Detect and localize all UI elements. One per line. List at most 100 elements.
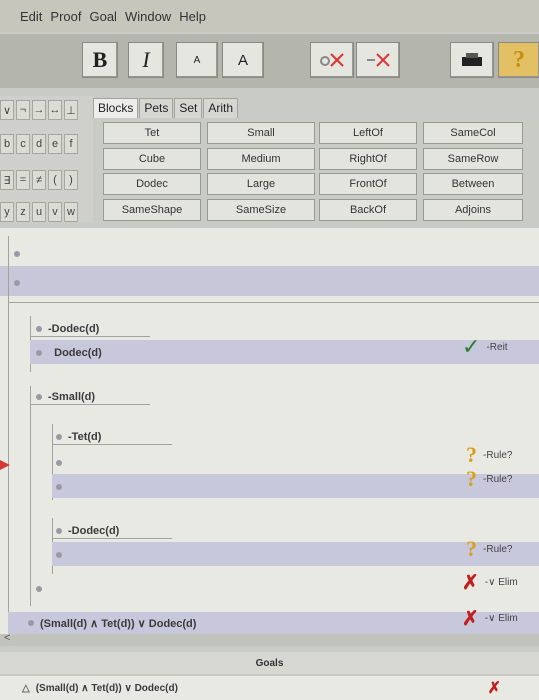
print-button[interactable] bbox=[450, 42, 494, 78]
horizontal-scrollbar[interactable]: < bbox=[0, 632, 539, 646]
symbol-w[interactable]: w bbox=[64, 202, 78, 222]
italic-button[interactable]: I bbox=[128, 42, 164, 78]
check-step-button[interactable] bbox=[310, 42, 354, 78]
symbol-v[interactable]: v bbox=[48, 202, 62, 222]
highlighted-empty-line[interactable] bbox=[0, 266, 539, 296]
predicate-sameshape[interactable]: SameShape bbox=[103, 199, 201, 221]
predicate-grid: Tet Small LeftOf SameCol Cube Medium Rig… bbox=[95, 120, 539, 222]
fitch-bar bbox=[30, 336, 150, 337]
symbol-z[interactable]: z bbox=[16, 202, 30, 222]
predicate-rightof[interactable]: RightOf bbox=[319, 148, 417, 170]
rule-or-elim-9[interactable]: ✗ - ∨ Elim bbox=[462, 570, 518, 595]
symbol-d[interactable]: d bbox=[32, 134, 46, 154]
toolbar: B I A A ? bbox=[0, 34, 539, 88]
rule-unknown-8[interactable]: ? - Rule? bbox=[466, 536, 512, 562]
symbol-iff[interactable]: ↔ bbox=[48, 100, 62, 120]
predicate-samerow[interactable]: SameRow bbox=[423, 148, 523, 170]
predicate-small[interactable]: Small bbox=[207, 122, 315, 144]
predicate-samecol[interactable]: SameCol bbox=[423, 122, 523, 144]
symbol-open-paren[interactable]: ( bbox=[48, 170, 62, 190]
predicate-samesize[interactable]: SameSize bbox=[207, 199, 315, 221]
proof-line-5[interactable] bbox=[56, 450, 68, 476]
proof-line-8[interactable] bbox=[56, 542, 68, 568]
predicate-tabs: Blocks Pets Set Arith bbox=[93, 98, 239, 118]
predicate-cube[interactable]: Cube bbox=[103, 148, 201, 170]
fitch-bar bbox=[52, 444, 172, 445]
bold-button[interactable]: B bbox=[82, 42, 118, 78]
proof-line-9[interactable] bbox=[36, 576, 48, 602]
proof-line-2[interactable]: Dodec(d) bbox=[36, 340, 102, 366]
tab-blocks[interactable]: Blocks bbox=[93, 98, 139, 118]
symbol-equals[interactable]: = bbox=[16, 170, 30, 190]
predicate-between[interactable]: Between bbox=[423, 173, 523, 195]
rule-unknown-5[interactable]: ? - Rule? bbox=[466, 442, 512, 468]
symbol-close-paren[interactable]: ) bbox=[64, 170, 78, 190]
symbol-exists[interactable]: ∃ bbox=[0, 170, 14, 190]
small-font-button[interactable]: A bbox=[176, 42, 218, 78]
proof-line-premise-empty[interactable] bbox=[14, 241, 26, 267]
help-button[interactable]: ? bbox=[498, 42, 539, 78]
predicate-adjoins[interactable]: Adjoins bbox=[423, 199, 523, 221]
line-dot bbox=[28, 620, 34, 626]
predicate-large[interactable]: Large bbox=[207, 173, 315, 195]
predicate-frontof[interactable]: FrontOf bbox=[319, 173, 417, 195]
symbol-f[interactable]: f bbox=[64, 134, 78, 154]
proof-line-10[interactable]: (Small(d) ∧ Tet(d)) ∨ Dodec(d) bbox=[28, 610, 196, 636]
goal-x-icon: ✗ bbox=[487, 680, 501, 697]
predicate-dodec[interactable]: Dodec bbox=[103, 173, 201, 195]
rule-reit[interactable]: ✓ - Reit bbox=[462, 334, 508, 360]
goal-pointer-icon: △ bbox=[22, 682, 30, 694]
symbol-u[interactable]: u bbox=[32, 202, 46, 222]
proof-line-1[interactable]: - Dodec(d) bbox=[36, 316, 99, 342]
menu-goal[interactable]: Goal bbox=[89, 9, 116, 24]
large-font-button[interactable]: A bbox=[222, 42, 264, 78]
proof-line-7[interactable]: - Dodec(d) bbox=[56, 518, 119, 544]
proof-line-4[interactable]: - Tet(d) bbox=[56, 424, 101, 450]
tab-set[interactable]: Set bbox=[174, 98, 203, 118]
symbol-bottom[interactable]: ⊥ bbox=[64, 100, 78, 120]
rule-unknown-6[interactable]: ? - Rule? bbox=[466, 466, 512, 492]
tab-arith[interactable]: Arith bbox=[203, 98, 239, 118]
symbol-e[interactable]: e bbox=[48, 134, 62, 154]
scroll-left-icon[interactable]: < bbox=[4, 632, 10, 644]
proof-scope-line bbox=[8, 236, 9, 636]
line-dot bbox=[14, 251, 20, 257]
menu-window[interactable]: Window bbox=[125, 9, 171, 24]
line-dot bbox=[36, 586, 42, 592]
proof-line-empty[interactable] bbox=[14, 270, 26, 296]
symbol-not-equals[interactable]: ≠ bbox=[32, 170, 46, 190]
goal-item[interactable]: △ (Small(d) ∧ Tet(d)) ∨ Dodec(d) ✗ bbox=[0, 676, 539, 700]
symbol-not[interactable]: ¬ bbox=[16, 100, 30, 120]
current-line-arrow-icon bbox=[0, 460, 10, 470]
line-dot bbox=[36, 326, 42, 332]
verify-icon bbox=[367, 53, 390, 67]
proof-line-6[interactable] bbox=[56, 474, 68, 500]
symbol-implies[interactable]: → bbox=[32, 100, 46, 120]
check-step-icon bbox=[320, 53, 344, 67]
line-dot bbox=[56, 528, 62, 534]
x-icon: ✗ bbox=[462, 572, 479, 594]
check-proof-button[interactable] bbox=[356, 42, 400, 78]
fitch-bar bbox=[30, 404, 150, 405]
proof-line-3[interactable]: - Small(d) bbox=[36, 384, 95, 410]
predicate-leftof[interactable]: LeftOf bbox=[319, 122, 417, 144]
symbol-or[interactable]: ∨ bbox=[0, 100, 14, 120]
check-icon: ✓ bbox=[462, 334, 481, 359]
symbol-c[interactable]: c bbox=[16, 134, 30, 154]
line-dot bbox=[56, 460, 62, 466]
symbol-y[interactable]: y bbox=[0, 202, 14, 222]
x-icon: ✗ bbox=[462, 608, 479, 630]
fitch-bar bbox=[52, 538, 172, 539]
predicate-tet[interactable]: Tet bbox=[103, 122, 201, 144]
predicate-medium[interactable]: Medium bbox=[207, 148, 315, 170]
tab-pets[interactable]: Pets bbox=[139, 98, 174, 118]
predicate-backof[interactable]: BackOf bbox=[319, 199, 417, 221]
menu-help[interactable]: Help bbox=[179, 9, 206, 24]
menu-proof[interactable]: Proof bbox=[50, 9, 81, 24]
line-dot bbox=[56, 484, 62, 490]
menu-bar: Edit Proof Goal Window Help bbox=[0, 0, 539, 32]
rule-or-elim-10[interactable]: ✗ - ∨ Elim bbox=[462, 606, 518, 631]
symbol-b[interactable]: b bbox=[0, 134, 14, 154]
menu-edit[interactable]: Edit bbox=[20, 9, 42, 24]
line-dot bbox=[36, 394, 42, 400]
